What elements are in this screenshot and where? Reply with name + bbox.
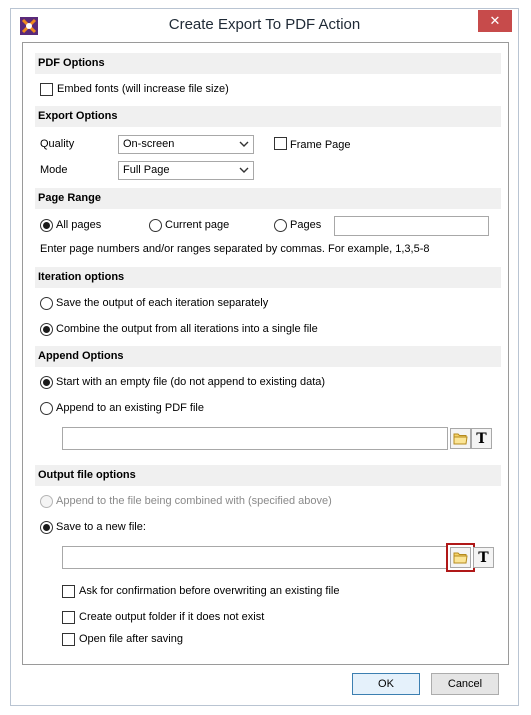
- open-after-checkbox[interactable]: [62, 633, 75, 646]
- embed-fonts-label: Embed fonts (will increase file size): [57, 83, 229, 95]
- window-title: Create Export To PDF Action: [168, 16, 361, 33]
- open-after-label: Open file after saving: [79, 633, 183, 645]
- ask-confirm-checkbox[interactable]: [62, 585, 75, 598]
- ok-button[interactable]: OK: [352, 673, 420, 695]
- append-token-button[interactable]: T: [471, 428, 492, 449]
- output-file-path-input[interactable]: [62, 546, 448, 569]
- save-separately-label: Save the output of each iteration separa…: [56, 297, 269, 309]
- append-browse-button[interactable]: [450, 428, 471, 449]
- page-range-header: Page Range: [35, 188, 501, 209]
- export-options-header: Export Options: [35, 106, 501, 127]
- quality-value: On-screen: [123, 138, 175, 150]
- cancel-button[interactable]: Cancel: [431, 673, 499, 695]
- append-existing-label: Append to an existing PDF file: [56, 402, 204, 414]
- close-icon: ✕: [489, 13, 501, 28]
- output-browse-button[interactable]: [446, 543, 475, 572]
- save-new-file-radio[interactable]: [40, 521, 53, 534]
- save-new-file-label: Save to a new file:: [56, 521, 146, 533]
- ask-confirm-label: Ask for confirmation before overwriting …: [79, 585, 340, 597]
- combine-output-label: Combine the output from all iterations i…: [56, 323, 318, 335]
- pages-label: Pages: [290, 219, 322, 231]
- text-token-icon: T: [476, 430, 487, 447]
- append-options-header: Append Options: [35, 346, 501, 367]
- iteration-options-header: Iteration options: [35, 267, 501, 288]
- page-range-hint: Enter page numbers and/or ranges separat…: [40, 243, 430, 255]
- dialog-window: Create Export To PDF Action ✕ PDF Option…: [10, 8, 519, 706]
- mode-label: Mode: [40, 164, 68, 176]
- pages-radio[interactable]: [274, 219, 287, 232]
- output-file-options-header: Output file options: [35, 465, 501, 486]
- folder-icon: [453, 552, 468, 564]
- mode-value: Full Page: [123, 164, 170, 176]
- quality-label: Quality: [40, 138, 75, 150]
- output-token-button[interactable]: T: [473, 547, 494, 568]
- quality-select[interactable]: On-screen: [118, 135, 254, 154]
- save-separately-radio[interactable]: [40, 297, 53, 310]
- chevron-down-icon: [239, 141, 249, 147]
- create-folder-checkbox[interactable]: [62, 611, 75, 624]
- pages-input[interactable]: [334, 216, 489, 236]
- close-button[interactable]: ✕: [478, 10, 512, 32]
- pdf-options-header: PDF Options: [35, 53, 501, 74]
- frame-page-checkbox[interactable]: [274, 137, 287, 150]
- empty-file-label: Start with an empty file (do not append …: [56, 376, 326, 388]
- frame-page-label: Frame Page: [290, 139, 351, 151]
- combine-output-radio[interactable]: [40, 323, 53, 336]
- all-pages-label: All pages: [56, 219, 102, 231]
- text-token-icon: T: [478, 549, 489, 566]
- embed-fonts-checkbox[interactable]: [40, 83, 53, 96]
- dialog-content: PDF Options Embed fonts (will increase f…: [22, 42, 509, 665]
- append-existing-radio[interactable]: [40, 402, 53, 415]
- all-pages-radio[interactable]: [40, 219, 53, 232]
- current-page-label: Current page: [165, 219, 230, 231]
- folder-icon: [453, 433, 468, 445]
- append-file-path-input[interactable]: [62, 427, 448, 450]
- title-bar: Create Export To PDF Action ✕: [11, 9, 518, 41]
- create-folder-label: Create output folder if it does not exis…: [79, 611, 265, 623]
- mode-select[interactable]: Full Page: [118, 161, 254, 180]
- append-combined-label: Append to the file being combined with (…: [56, 495, 332, 507]
- chevron-down-icon: [239, 167, 249, 173]
- current-page-radio[interactable]: [149, 219, 162, 232]
- append-combined-radio[interactable]: [40, 495, 53, 508]
- empty-file-radio[interactable]: [40, 376, 53, 389]
